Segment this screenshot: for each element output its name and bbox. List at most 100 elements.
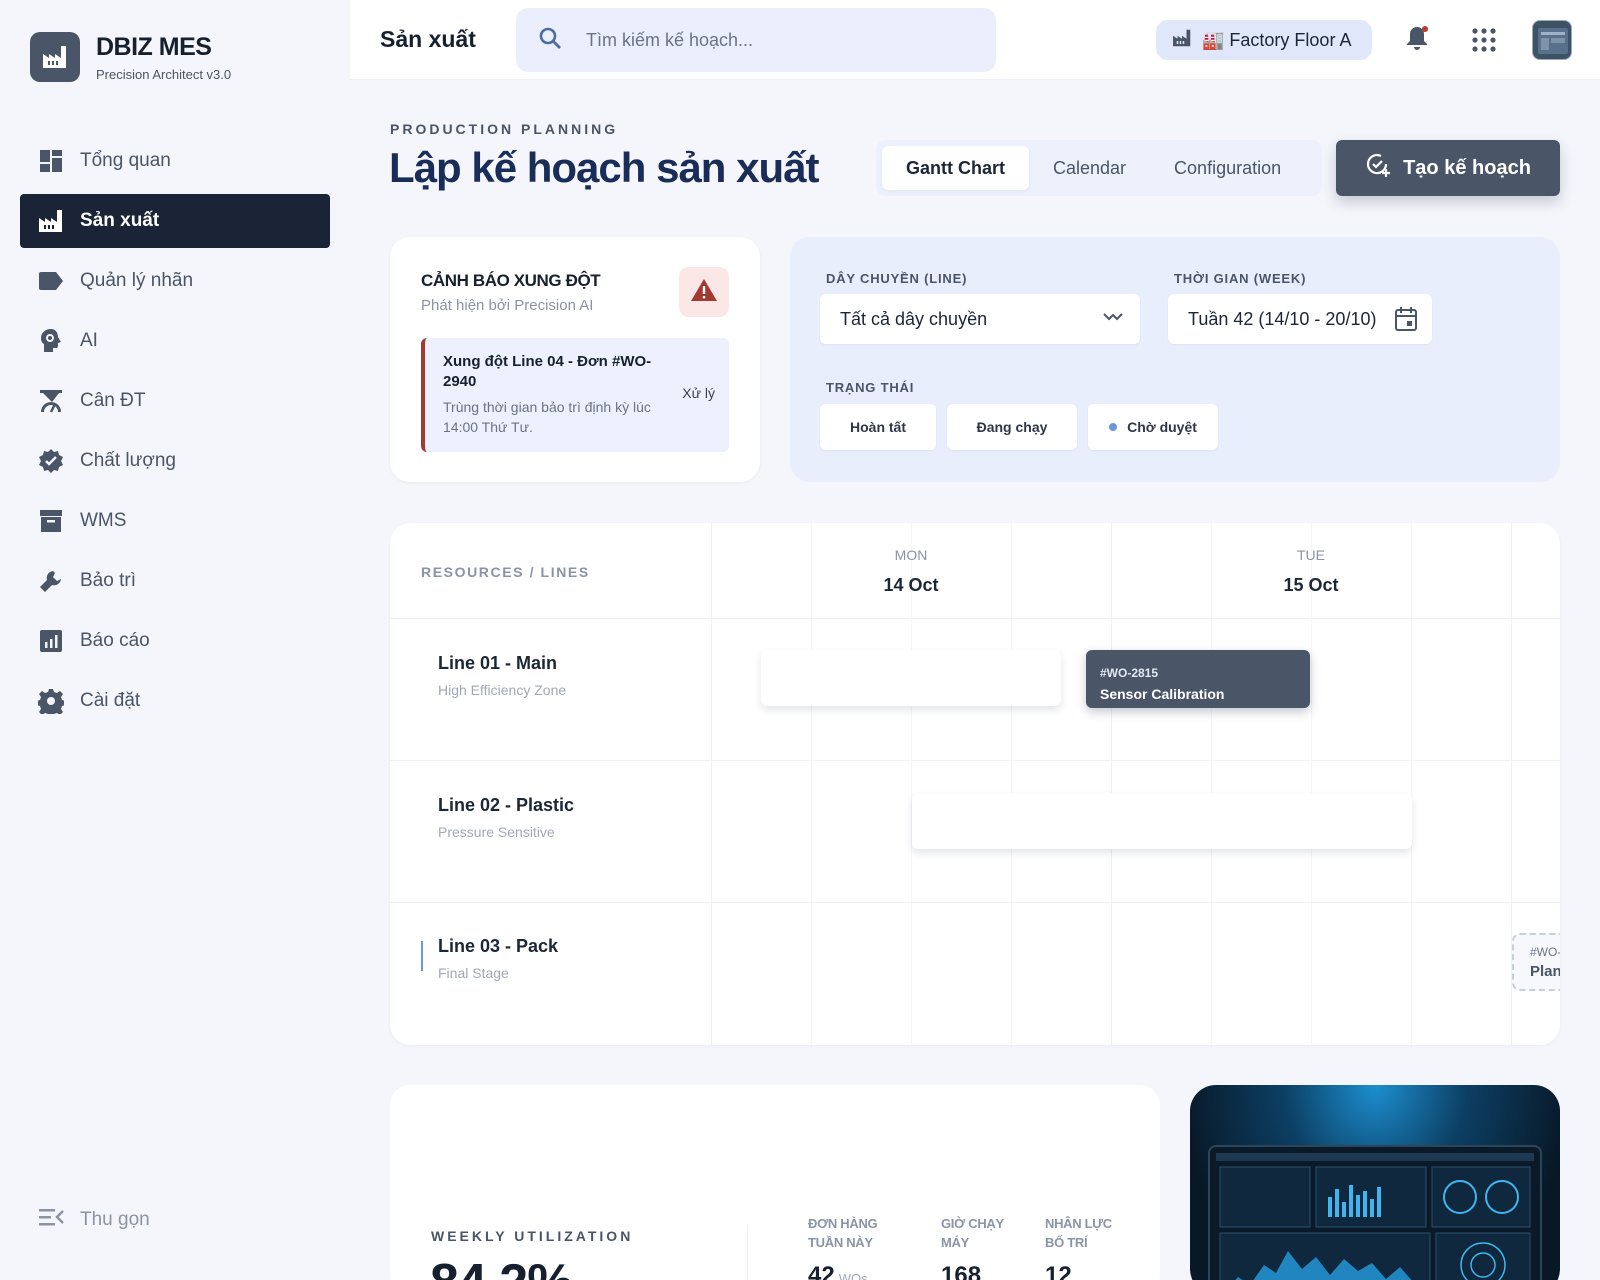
day-date: 14 Oct (883, 575, 939, 595)
stat-orders: ĐƠN HÀNG TUẦN NÀY 42 WOs (808, 1214, 878, 1280)
gantt-line-row-3[interactable]: Line 03 - Pack Final Stage (438, 936, 558, 981)
factory-selector[interactable]: 🏭 Factory Floor A (1156, 20, 1372, 60)
brand[interactable]: DBIZ MES Precision Architect v3.0 (30, 32, 231, 82)
page-title: Lập kế hoạch sản xuất (389, 144, 819, 191)
resolve-conflict-button[interactable]: Xử lý (682, 385, 715, 401)
gantt-line-row-1[interactable]: Line 01 - Main High Efficiency Zone (438, 653, 566, 698)
sidebar-item-label: Sản xuất (80, 210, 160, 231)
collapse-label: Thu gọn (80, 1208, 150, 1230)
verified-badge-icon (38, 448, 64, 474)
gantt-chart: RESOURCES / LINES MON 14 Oct TUE 15 Oct … (390, 523, 1560, 1045)
sidebar-item-label: Báo cáo (80, 630, 150, 651)
apps-grid-button[interactable] (1471, 27, 1497, 53)
warning-triangle-icon (690, 278, 718, 307)
notifications-button[interactable] (1402, 24, 1432, 56)
utilization-divider (747, 1225, 748, 1280)
collapse-sidebar-button[interactable]: Thu gọn (38, 1207, 150, 1232)
wrench-icon (38, 568, 64, 594)
stat-label: TUẦN NÀY (808, 1235, 873, 1250)
factory-label: 🏭 Factory Floor A (1202, 29, 1352, 50)
utilization-label: WEEKLY UTILIZATION (431, 1228, 634, 1244)
line-filter-label: DÂY CHUYỀN (LINE) (826, 271, 968, 286)
sidebar-item-cai-dat[interactable]: Cài đặt (20, 674, 330, 728)
gantt-column-divider (711, 523, 712, 1045)
add-task-icon (1365, 152, 1391, 184)
status-chip-pending[interactable]: Chờ duyệt (1088, 404, 1218, 450)
weekly-utilization-card: WEEKLY UTILIZATION 84.2% ĐƠN HÀNG TUẦN N… (390, 1085, 1160, 1280)
gantt-task-bar-planned[interactable]: #WO- Plan (1512, 933, 1560, 991)
sidebar-item-bao-tri[interactable]: Bảo trì (20, 554, 330, 608)
sidebar-nav: Tổng quan Sản xuất Quản lý nhãn AI Cân Đ… (20, 134, 330, 734)
brand-subtitle: Precision Architect v3.0 (96, 66, 232, 82)
sidebar-item-tong-quan[interactable]: Tổng quan (20, 134, 330, 188)
gantt-day-tue: TUE 15 Oct (1211, 547, 1411, 596)
factory-icon (38, 208, 64, 234)
apps-grid-icon (1471, 28, 1497, 57)
gantt-grid-line (1211, 523, 1212, 1045)
task-id: #WO-2815 (1100, 666, 1159, 680)
gantt-grid-line (1011, 523, 1012, 1045)
search-box[interactable] (516, 8, 996, 72)
tab-configuration[interactable]: Configuration (1150, 146, 1305, 190)
task-name: Sensor Calibration (1100, 686, 1225, 702)
sidebar-item-quan-ly-nhan[interactable]: Quản lý nhãn (20, 254, 330, 308)
page-eyebrow: PRODUCTION PLANNING (390, 121, 619, 137)
create-plan-label: Tạo kế hoạch (1403, 156, 1531, 179)
sidebar-item-can-dt[interactable]: Cân ĐT (20, 374, 330, 428)
line-name: Line 02 - Plastic (438, 795, 575, 815)
notification-dot (1422, 26, 1428, 32)
sidebar-item-label: WMS (80, 510, 127, 531)
sidebar-item-ai[interactable]: AI (20, 314, 330, 368)
selected-row-indicator (421, 941, 423, 971)
status-dot (1109, 423, 1118, 431)
tab-calendar[interactable]: Calendar (1029, 146, 1150, 190)
gantt-column-divider (1111, 523, 1112, 1045)
conflict-title: CẢNH BÁO XUNG ĐỘT (421, 271, 601, 290)
gear-icon (38, 688, 64, 714)
sidebar-item-san-xuat[interactable]: Sản xuất (20, 194, 330, 248)
filters-card: DÂY CHUYỀN (LINE) Tất cả dây chuyền THỜI… (790, 237, 1560, 482)
gantt-task-bar[interactable] (912, 793, 1412, 849)
sidebar-item-label: Cài đặt (80, 690, 141, 711)
conflict-item-title: Xung đột Line 04 - Đơn #WO-2940 (443, 353, 652, 390)
search-input[interactable] (586, 29, 946, 51)
ai-brain-icon (38, 328, 64, 354)
stat-machine-hours: GIỜ CHẠY MÁY 168 (941, 1214, 1004, 1280)
line-select[interactable]: Tất cả dây chuyền (820, 294, 1140, 344)
gantt-line-row-2[interactable]: Line 02 - Plastic Pressure Sensitive (438, 795, 574, 840)
sidebar-item-wms[interactable]: WMS (20, 494, 330, 548)
tab-gantt-chart[interactable]: Gantt Chart (882, 146, 1029, 190)
create-plan-button[interactable]: Tạo kế hoạch (1336, 140, 1560, 196)
calendar-icon (1394, 306, 1418, 337)
week-picker[interactable]: Tuần 42 (14/10 - 20/10) (1168, 294, 1432, 344)
label-icon (38, 268, 64, 294)
view-tabs: Gantt Chart Calendar Configuration (876, 140, 1322, 196)
status-chip-running[interactable]: Đang chạy (947, 404, 1077, 450)
gantt-grid-line (1411, 523, 1412, 1045)
dashboard-icon (38, 148, 64, 174)
conflict-item[interactable]: Xung đột Line 04 - Đơn #WO-2940 Trùng th… (421, 338, 729, 452)
sidebar-item-label: Chất lượng (80, 450, 176, 471)
gantt-task-bar[interactable] (761, 650, 1061, 706)
user-avatar[interactable] (1532, 20, 1572, 60)
task-name: Plan (1530, 963, 1560, 980)
sidebar-item-chat-luong[interactable]: Chất lượng (20, 434, 330, 488)
line-zone: Final Stage (438, 965, 509, 981)
utilization-value: 84.2% (430, 1253, 573, 1280)
sidebar-item-bao-cao[interactable]: Báo cáo (20, 614, 330, 668)
gantt-grid-line (1311, 523, 1312, 1045)
sidebar-item-label: Quản lý nhãn (80, 270, 194, 291)
dashboard-preview-image (1190, 1085, 1560, 1280)
gantt-row-divider (390, 902, 1560, 903)
day-of-week: MON (894, 547, 928, 563)
status-chip-completed[interactable]: Hoàn tất (820, 404, 936, 450)
line-select-value: Tất cả dây chuyền (840, 308, 988, 329)
chevron-down-icon (1102, 310, 1124, 331)
stat-label: NHÂN LỰC (1045, 1216, 1112, 1231)
gantt-task-bar-active[interactable]: #WO-2815 Sensor Calibration (1086, 650, 1310, 708)
stat-value: 42 (808, 1262, 835, 1280)
line-zone: Pressure Sensitive (438, 824, 555, 840)
gantt-day-mon: MON 14 Oct (811, 547, 1011, 596)
stat-label: MÁY (941, 1235, 969, 1250)
conflict-subtitle: Phát hiện bởi Precision AI (421, 297, 594, 314)
